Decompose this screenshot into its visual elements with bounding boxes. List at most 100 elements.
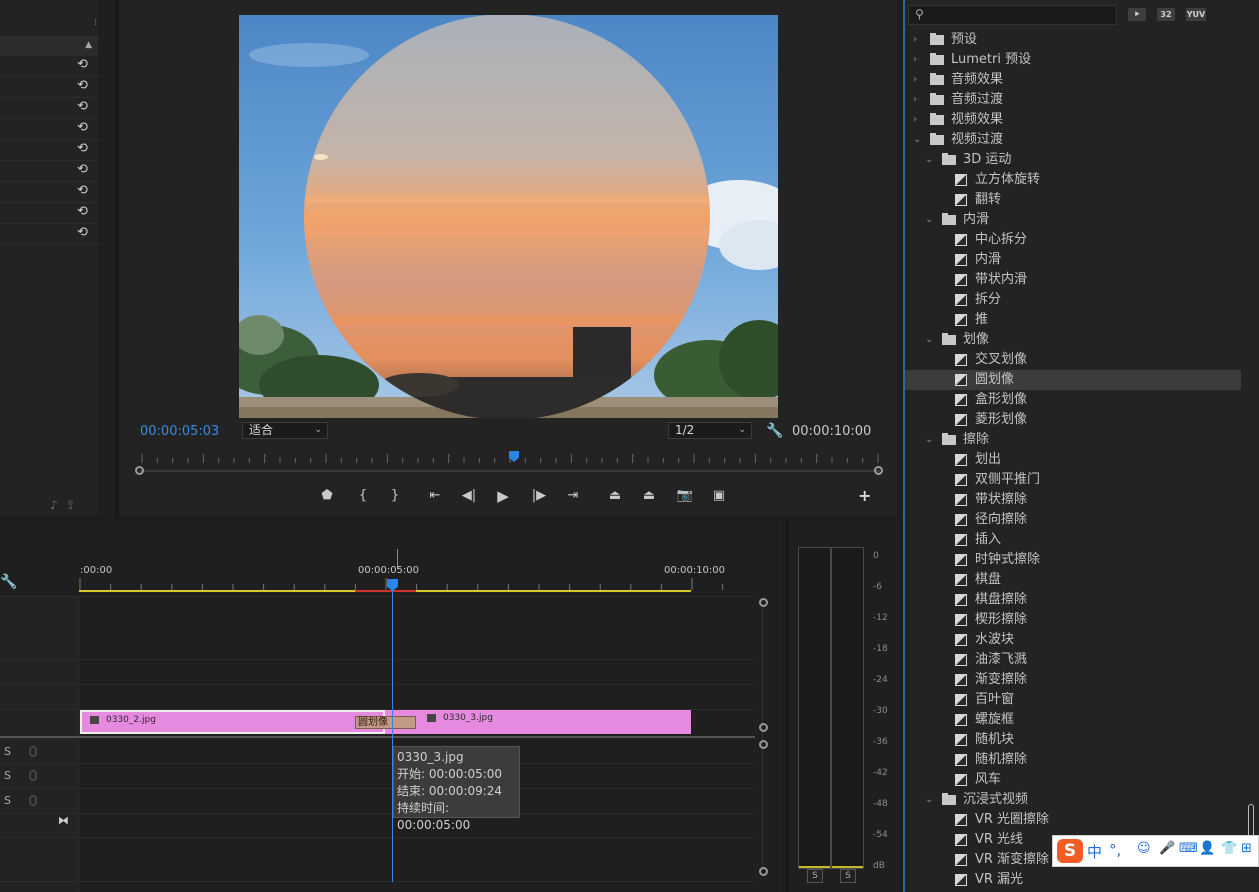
solo-toggle[interactable]: S (4, 794, 11, 807)
chevron-down-icon[interactable]: ⌄ (925, 150, 933, 170)
effect-item[interactable]: 渐变擦除 (905, 670, 1241, 690)
playback-resolution-select[interactable]: 1/2 ⌄ (668, 422, 752, 439)
effect-item[interactable]: VR 漏光 (905, 870, 1241, 890)
solo-toggle[interactable]: S (4, 745, 11, 758)
zoom-level-select[interactable]: 适合 ⌄ (242, 422, 328, 439)
effects-folder-item[interactable]: › 预设 (905, 30, 1241, 50)
effects-search-input[interactable]: ⚲ (908, 5, 1117, 25)
wrench-icon[interactable]: 🔧 (766, 423, 783, 439)
step-back-button[interactable]: ◀| (458, 486, 480, 506)
effect-item[interactable]: 双侧平推门 (905, 470, 1241, 490)
solo-left-button[interactable]: S (807, 869, 823, 883)
effects-folder-item[interactable]: ⌄ 内滑 (905, 210, 1241, 230)
chevron-down-icon[interactable]: ⌄ (925, 210, 933, 230)
effect-item[interactable]: 风车 (905, 770, 1241, 790)
track-expand-icon[interactable]: ⧓ (58, 814, 69, 827)
effects-folder-item[interactable]: ⌄ 划像 (905, 330, 1241, 350)
reset-icon[interactable]: ⟲ (77, 226, 91, 240)
reset-icon[interactable]: ⟲ (77, 163, 91, 177)
timeline-clip[interactable]: 0330_3.jpg (385, 710, 691, 734)
effects-folder-item[interactable]: › 音频效果 (905, 70, 1241, 90)
effect-item[interactable]: 拆分 (905, 290, 1241, 310)
effects-folder-item[interactable]: ⌄ 视频过渡 (905, 130, 1241, 150)
microphone-icon[interactable]: 🎤 (1159, 841, 1175, 856)
scroll-handle[interactable] (759, 598, 768, 607)
timeline-vertical-scrollbar[interactable] (762, 606, 763, 870)
effect-item[interactable]: 随机擦除 (905, 750, 1241, 770)
chevron-right-icon[interactable]: › (913, 110, 917, 130)
user-icon[interactable]: 👤 (1199, 841, 1215, 856)
toolbox-icon[interactable]: ⊞ (1241, 841, 1252, 856)
voiceover-mic-icon[interactable] (29, 770, 37, 781)
emoji-icon[interactable]: ☺ (1137, 841, 1151, 856)
skin-icon[interactable]: 👕 (1221, 841, 1237, 856)
effect-item[interactable]: 螺旋框 (905, 710, 1241, 730)
play-button[interactable]: ▶ (492, 486, 514, 506)
panel-grip-icon[interactable]: ⁞ (94, 18, 97, 28)
effects-folder-item[interactable]: › Lumetri 预设 (905, 50, 1241, 70)
effect-item[interactable]: 棋盘擦除 (905, 590, 1241, 610)
chevron-right-icon[interactable]: › (913, 90, 917, 110)
reset-icon[interactable]: ⟲ (77, 142, 91, 156)
effect-item[interactable]: 水波块 (905, 630, 1241, 650)
step-forward-button[interactable]: |▶ (528, 486, 550, 506)
effect-item[interactable]: 菱形划像 (905, 410, 1241, 430)
effect-item[interactable]: 盒形划像 (905, 390, 1241, 410)
mark-in-button[interactable]: { (352, 486, 374, 506)
effect-item[interactable]: 划出 (905, 450, 1241, 470)
yuv-effects-icon[interactable]: YUV (1186, 8, 1206, 21)
effect-item[interactable]: 楔形擦除 (905, 610, 1241, 630)
chevron-down-icon[interactable]: ⌄ (925, 330, 933, 350)
add-marker-button[interactable]: ⬟ (316, 486, 338, 506)
chevron-right-icon[interactable]: › (913, 30, 917, 50)
effect-item[interactable]: 百叶窗 (905, 690, 1241, 710)
effect-item[interactable]: 插入 (905, 530, 1241, 550)
collapse-up-icon[interactable]: ▲ (85, 40, 92, 50)
add-button[interactable]: + (858, 486, 871, 505)
effect-item[interactable]: 圆划像 (905, 370, 1241, 390)
effect-item[interactable]: 径向擦除 (905, 510, 1241, 530)
chevron-down-icon[interactable]: ⌄ (925, 430, 933, 450)
wrench-icon[interactable]: 🔧 (0, 574, 17, 590)
effect-item[interactable]: 中心拆分 (905, 230, 1241, 250)
ime-chinese-mode[interactable]: 中 (1087, 841, 1102, 862)
chevron-down-icon[interactable]: ⌄ (913, 130, 921, 150)
voiceover-mic-icon[interactable] (29, 746, 37, 757)
effect-controls-header[interactable]: ▲ (0, 36, 98, 56)
effect-item[interactable]: VR 光圈擦除 (905, 810, 1241, 830)
reset-icon[interactable]: ⟲ (77, 121, 91, 135)
transition-clip[interactable]: 圆划像 (355, 716, 416, 729)
zoom-end-handle[interactable] (874, 466, 883, 475)
reset-icon[interactable]: ⟲ (77, 184, 91, 198)
effect-item[interactable]: 带状内滑 (905, 270, 1241, 290)
accelerated-effects-icon[interactable]: ⯈ (1128, 8, 1146, 21)
go-to-in-button[interactable]: ⇤ (424, 486, 446, 506)
compare-view-button[interactable]: ▣ (708, 486, 730, 506)
keyboard-icon[interactable]: ⌨ (1179, 841, 1198, 856)
effect-item[interactable]: 随机块 (905, 730, 1241, 750)
export-frame-button[interactable]: 📷 (674, 486, 696, 506)
effect-item[interactable]: 内滑 (905, 250, 1241, 270)
effect-item[interactable]: 翻转 (905, 190, 1241, 210)
effects-folder-item[interactable]: ⌄ 沉浸式视频 (905, 790, 1241, 810)
scroll-handle[interactable] (759, 740, 768, 749)
sogou-logo-icon[interactable]: S (1057, 839, 1083, 863)
mark-out-button[interactable]: } (384, 486, 406, 506)
effect-controls-timeline-area[interactable] (98, 0, 116, 516)
solo-toggle[interactable]: S (4, 769, 11, 782)
effect-item[interactable]: 时钟式擦除 (905, 550, 1241, 570)
solo-right-button[interactable]: S (840, 869, 856, 883)
effect-controls-footer-icons[interactable]: ♪⇪ (50, 498, 84, 512)
effect-item[interactable]: 油漆飞溅 (905, 650, 1241, 670)
scroll-handle[interactable] (759, 723, 768, 732)
zoom-start-handle[interactable] (135, 466, 144, 475)
extract-button[interactable]: ⏏ (638, 486, 660, 506)
reset-icon[interactable]: ⟲ (77, 79, 91, 93)
effect-item[interactable]: 交叉划像 (905, 350, 1241, 370)
effect-item[interactable]: 立方体旋转 (905, 170, 1241, 190)
chevron-down-icon[interactable]: ⌄ (925, 790, 933, 810)
effect-item[interactable]: 带状擦除 (905, 490, 1241, 510)
32bit-color-icon[interactable]: 32 (1157, 8, 1175, 21)
effects-folder-item[interactable]: › 音频过渡 (905, 90, 1241, 110)
reset-icon[interactable]: ⟲ (77, 58, 91, 72)
